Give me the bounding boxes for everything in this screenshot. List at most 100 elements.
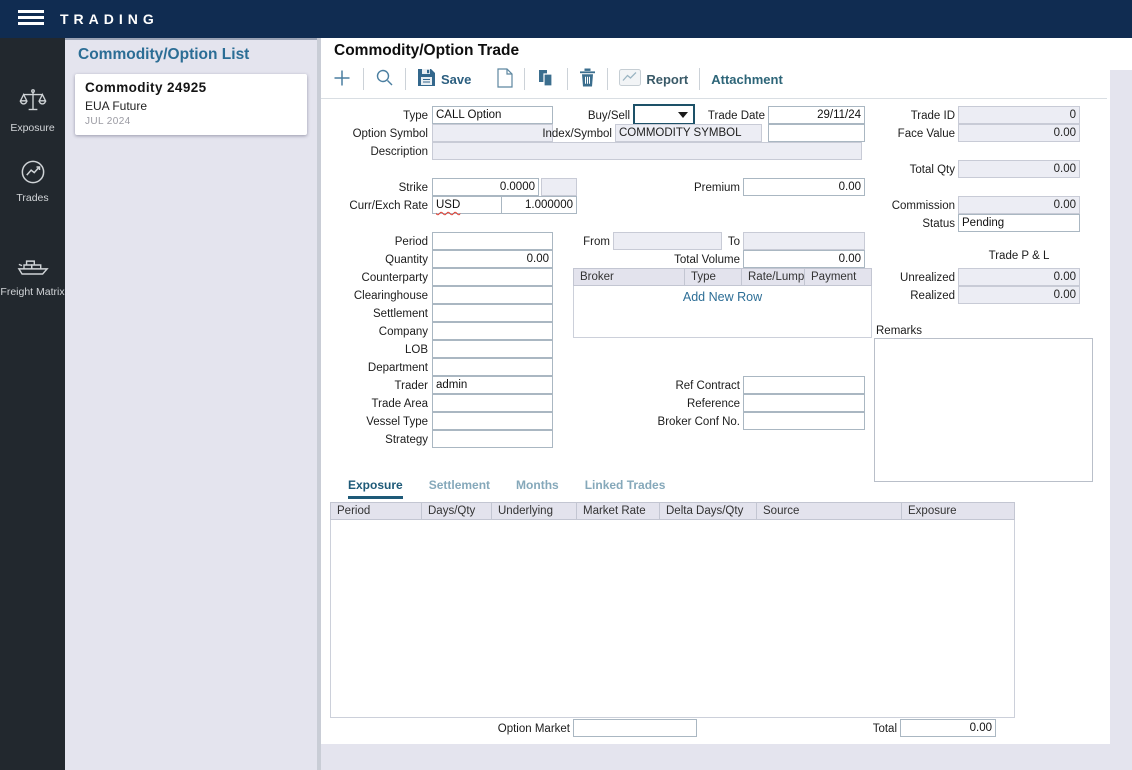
unrealized-input [958,268,1080,286]
sidebar-item-freight-matrix[interactable]: Freight Matrix [0,248,65,298]
commission-input [958,196,1080,214]
reference-label: Reference [640,395,740,413]
exch-rate-input[interactable] [501,196,577,214]
exposure-table-header: Period Days/Qty Underlying Market Rate D… [330,502,1015,520]
ref-contract-input[interactable] [743,376,865,394]
new-document-button[interactable] [497,68,513,91]
company-label: Company [328,323,428,341]
vessel-type-input[interactable] [432,412,553,430]
strike-input[interactable] [432,178,539,196]
delete-button[interactable] [579,68,596,90]
type-col-header: Type [684,269,741,285]
strategy-input[interactable] [432,430,553,448]
tab-exposure[interactable]: Exposure [348,478,403,499]
tab-linked-trades[interactable]: Linked Trades [585,478,666,499]
main-horizontal-scrollbar[interactable] [321,744,1132,770]
settlement-input[interactable] [432,304,553,322]
option-market-input[interactable] [573,719,697,737]
toolbar-divider [405,68,406,90]
from-label: From [575,233,610,251]
trade-pnl-title: Trade P & L [958,250,1080,262]
strike-label: Strike [328,179,428,197]
trader-label: Trader [328,377,428,395]
index-symbol-label: Index/Symbol [532,125,612,143]
department-label: Department [328,359,428,377]
unrealized-label: Unrealized [875,269,955,287]
trade-area-label: Trade Area [328,395,428,413]
clearinghouse-label: Clearinghouse [328,287,428,305]
quantity-label: Quantity [328,251,428,269]
list-vertical-scrollbar[interactable] [317,38,321,770]
attachment-button[interactable]: Attachment [711,72,783,87]
total-input[interactable] [900,719,996,737]
left-nav-sidebar: Exposure Trades Freight Matrix [0,38,65,770]
save-floppy-icon [417,68,436,90]
type-input[interactable] [432,106,553,124]
attachment-button-label: Attachment [711,72,783,87]
copy-button[interactable] [536,68,556,91]
index-symbol-secondary-input[interactable] [768,124,865,142]
app-title: TRADING [60,11,159,27]
vessel-type-label: Vessel Type [328,413,428,431]
trade-area-input[interactable] [432,394,553,412]
lob-input[interactable] [432,340,553,358]
report-button[interactable]: Report [619,69,688,89]
clearinghouse-input[interactable] [432,286,553,304]
main-vertical-scrollbar[interactable] [1110,70,1132,744]
sidebar-item-label: Freight Matrix [0,286,64,298]
status-input[interactable] [958,214,1080,232]
buy-sell-dropdown[interactable] [633,104,695,125]
save-button-label: Save [441,72,471,87]
trade-date-input[interactable] [768,106,865,124]
department-input[interactable] [432,358,553,376]
quantity-input[interactable] [432,250,553,268]
currency-input[interactable]: USD [432,196,502,214]
add-new-row-link[interactable]: Add New Row [573,290,872,304]
remarks-textarea[interactable] [874,338,1093,482]
hamburger-menu-icon[interactable] [18,10,44,28]
commodity-card[interactable]: Commodity 24925 EUA Future JUL 2024 [75,74,307,135]
counterparty-label: Counterparty [328,269,428,287]
total-volume-label: Total Volume [640,251,740,269]
document-icon [497,68,513,91]
period-label: Period [328,233,428,251]
source-col-header: Source [756,503,901,519]
sidebar-item-label: Trades [16,192,48,204]
curr-exch-rate-label: Curr/Exch Rate [328,197,428,215]
total-volume-input[interactable] [743,250,865,268]
report-chart-icon [619,69,641,89]
trend-chart-icon [0,156,65,188]
commission-label: Commission [875,197,955,215]
face-value-input [958,124,1080,142]
counterparty-input[interactable] [432,268,553,286]
toolbar-divider [524,68,525,90]
trader-input[interactable] [432,376,553,394]
face-value-label: Face Value [875,125,955,143]
ship-icon [0,248,65,282]
copy-icon [536,68,556,91]
toolbar-divider [567,68,568,90]
index-symbol-input [615,124,762,142]
scales-icon [0,86,65,118]
period-input[interactable] [432,232,553,250]
trade-id-label: Trade ID [875,107,955,125]
sidebar-item-exposure[interactable]: Exposure [0,86,65,134]
tab-settlement[interactable]: Settlement [429,478,490,499]
broker-conf-no-label: Broker Conf No. [640,413,740,431]
market-rate-col-header: Market Rate [576,503,659,519]
tab-months[interactable]: Months [516,478,559,499]
plus-icon [332,68,352,91]
search-button[interactable] [375,68,394,90]
company-input[interactable] [432,322,553,340]
premium-input[interactable] [743,178,865,196]
ref-contract-label: Ref Contract [640,377,740,395]
broker-conf-no-input[interactable] [743,412,865,430]
save-button[interactable]: Save [417,68,471,90]
reference-input[interactable] [743,394,865,412]
total-qty-label: Total Qty [875,161,955,179]
from-input [613,232,722,250]
sidebar-item-trades[interactable]: Trades [0,156,65,204]
add-new-button[interactable] [332,68,352,91]
to-label: To [715,233,740,251]
top-bar: TRADING [0,0,1132,38]
